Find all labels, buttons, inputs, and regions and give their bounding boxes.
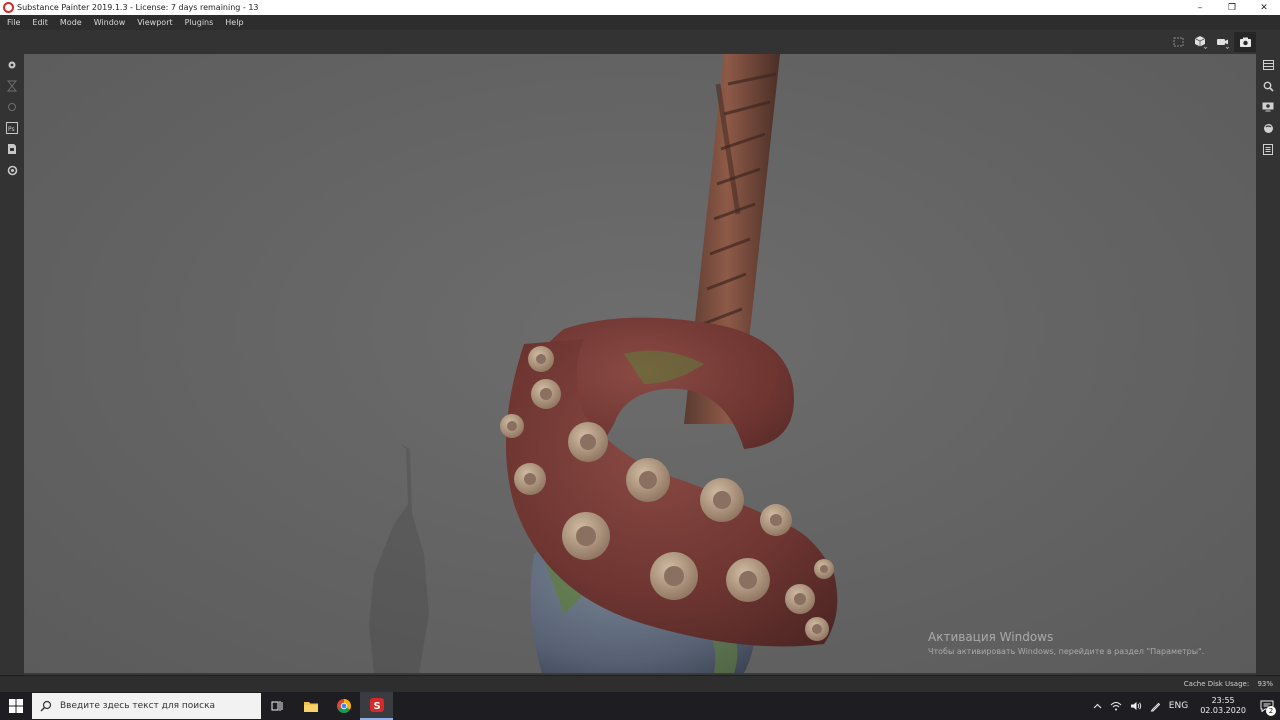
display-settings-icon[interactable] [1261,100,1275,114]
selection-tool-button[interactable] [1168,32,1190,52]
cache-label: Cache Disk Usage: [1183,680,1250,688]
window-title: Substance Painter 2019.1.3 - License: 7 … [17,3,259,12]
substance-painter-icon: S [369,698,384,712]
pen-workspace-icon[interactable] [1146,701,1165,712]
settings-gear-icon[interactable] [5,163,19,177]
left-toolbar: Ps [0,54,24,675]
viewport-toolbar [0,30,1280,54]
volume-speaker-icon[interactable] [1126,701,1146,711]
menu-file[interactable]: File [0,15,26,30]
start-button[interactable] [0,692,32,720]
input-language[interactable]: ENG [1165,701,1192,711]
task-view-button[interactable] [261,692,294,720]
status-bar: Cache Disk Usage: 93% [0,675,1280,692]
action-center-button[interactable]: 2 [1254,692,1280,720]
menu-plugins[interactable]: Plugins [179,15,220,30]
layers-panel-icon[interactable] [1261,58,1275,72]
zoom-inspect-icon[interactable] [1261,79,1275,93]
activation-subtitle: Чтобы активировать Windows, перейдите в … [928,647,1205,656]
3d-viewport[interactable]: Активация Windows Чтобы активировать Win… [24,54,1256,673]
taskbar-clock[interactable]: 23:55 02.03.2020 [1192,696,1254,716]
menu-viewport[interactable]: Viewport [131,15,178,30]
camera-video-button[interactable] [1212,32,1234,52]
title-bar: Substance Painter 2019.1.3 - License: 7 … [0,0,1280,15]
menu-bar: File Edit Mode Window Viewport Plugins H… [0,15,1280,30]
file-explorer-icon [303,701,318,712]
system-tray: ENG 23:55 02.03.2020 2 [1089,692,1280,720]
camera-video-icon [1217,39,1230,49]
network-wifi-icon[interactable] [1106,701,1126,711]
file-explorer-button[interactable] [294,692,327,720]
screenshot-camera-icon [1239,37,1251,47]
search-placeholder: Введите здесь текст для поиска [60,701,216,711]
cube-view-button[interactable] [1190,32,1212,52]
cache-disk-usage: Cache Disk Usage: 93% [1184,680,1273,688]
windows-logo-icon [9,699,23,713]
substance-painter-taskbar-button[interactable]: S [360,692,393,720]
cache-value: 93% [1257,680,1273,688]
substance-painter-window: Substance Painter 2019.1.3 - License: 7 … [0,0,1280,720]
object-shadow [369,444,429,673]
search-icon [40,700,52,712]
activation-title: Активация Windows [928,630,1054,644]
windows-activation-watermark: Активация Windows Чтобы активировать Win… [928,630,1204,656]
chrome-button[interactable] [327,692,360,720]
tray-overflow-chevron-icon[interactable] [1089,703,1106,709]
close-button[interactable]: ✕ [1248,0,1280,15]
shader-settings-icon[interactable] [1261,121,1275,135]
restore-button[interactable]: ❐ [1216,0,1248,15]
menu-mode[interactable]: Mode [54,15,88,30]
viewport-scene [369,54,838,673]
right-toolbar [1256,54,1280,675]
svg-text:S: S [373,701,380,712]
cube-view-icon [1194,36,1208,49]
minimize-button[interactable]: – [1184,0,1216,15]
texture-set-icon[interactable] [1261,142,1275,156]
window-controls: – ❐ ✕ [1184,0,1280,15]
taskbar-search-box[interactable]: Введите здесь текст для поиска [32,693,261,719]
photoshop-export-icon[interactable]: Ps [5,121,19,135]
hourglass-icon[interactable] [5,79,19,93]
eraser-icon[interactable] [5,100,19,114]
clock-time: 23:55 [1211,696,1235,705]
notification-count-badge: 2 [1266,706,1276,716]
substance-painter-logo-icon [3,2,14,13]
selection-icon [1173,37,1184,47]
clock-date: 02.03.2020 [1200,706,1246,715]
chrome-icon [336,699,351,713]
screenshot-button[interactable] [1234,32,1256,52]
svg-text:Ps: Ps [8,126,15,133]
menu-window[interactable]: Window [88,15,132,30]
task-view-icon [271,701,282,711]
paint-brush-icon[interactable] [5,58,19,72]
menu-edit[interactable]: Edit [26,15,54,30]
windows-taskbar: Введите здесь текст для поиска S ENG 23:… [0,692,1280,720]
menu-help[interactable]: Help [219,15,249,30]
export-textures-icon[interactable] [5,142,19,156]
